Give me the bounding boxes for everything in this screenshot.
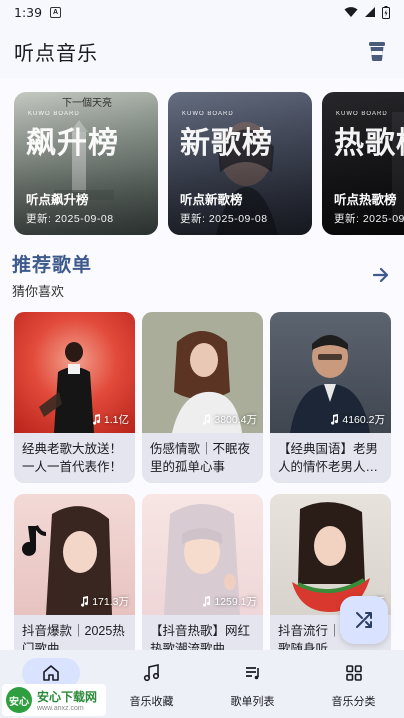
signal-icon xyxy=(365,7,375,17)
board-kuwo-tag: KUWO BOARD xyxy=(182,111,234,117)
wifi-icon xyxy=(344,7,358,17)
playlist-title: 【经典国语】老男人的情怀老男人… xyxy=(278,442,379,474)
playlist-title: 经典老歌大放送！一人一首代表作！ xyxy=(22,442,123,474)
play-count: 1259.1万 xyxy=(202,594,257,609)
playlist-card[interactable]: 171.3万 抖音爆款｜2025热门歌曲 xyxy=(14,494,135,650)
play-count: 1.1亿 xyxy=(92,412,129,427)
play-count: 3800.4万 xyxy=(202,412,257,427)
board-date: 更新: 2025-09-08 xyxy=(26,213,114,225)
status-bar: 1:39 A xyxy=(0,0,404,24)
arrow-right-icon[interactable] xyxy=(370,264,392,286)
nav-label: 音乐分类 xyxy=(331,696,376,708)
shuffle-button[interactable] xyxy=(340,596,388,644)
playlist-title: 【抖音热歌】网红热歌潮流歌曲 xyxy=(150,624,251,650)
nav-playlist[interactable]: 歌单列表 xyxy=(202,650,303,718)
grid-icon xyxy=(345,665,362,681)
playlist-title: 抖音爆款｜2025热门歌曲 xyxy=(22,624,125,650)
cup-icon[interactable] xyxy=(364,38,390,64)
watermark: 安心 安心下载网 www.anxz.com xyxy=(2,684,106,716)
music-note-icon xyxy=(81,596,89,607)
shuffle-icon xyxy=(356,612,372,628)
board-date: 更新: 2025-09-08 xyxy=(334,213,404,225)
main-content[interactable]: 下一個天亮 KUWO BOARD 飙升榜 听点飙升榜 更新: 2025-09-0… xyxy=(0,78,404,650)
play-count: 171.3万 xyxy=(80,594,129,609)
playlist-cover: 1.1亿 xyxy=(14,312,135,433)
home-icon xyxy=(42,665,59,681)
playlist-cover: 3800.4万 xyxy=(142,312,263,433)
board-card-hot[interactable]: KUWO BOARD 热歌榜 听点热歌榜 更新: 2025-09-08 xyxy=(322,92,404,235)
board-big-title: 飙升榜 xyxy=(26,127,119,160)
music-note-icon xyxy=(203,414,211,425)
app-title: 听点音乐 xyxy=(14,42,98,65)
section-subtitle: 猜你喜欢 xyxy=(12,284,65,299)
section-title: 推荐歌单 xyxy=(12,255,93,276)
board-big-title: 热歌榜 xyxy=(334,127,404,160)
music-note-icon xyxy=(92,414,100,425)
watermark-name: 安心下载网 xyxy=(37,690,98,704)
playlist-cover: 4160.2万 xyxy=(270,312,391,433)
playlist-card[interactable]: 1.1亿 经典老歌大放送！一人一首代表作！ xyxy=(14,312,135,483)
nav-label: 歌单列表 xyxy=(230,696,275,708)
board-label: 听点飙升榜 xyxy=(26,193,89,207)
battery-icon xyxy=(382,5,390,19)
playlist-icon xyxy=(245,667,259,680)
board-label: 听点热歌榜 xyxy=(334,193,397,207)
music-note-icon xyxy=(143,664,159,682)
nav-music-collection[interactable]: 音乐收藏 xyxy=(101,650,202,718)
recommended-section: 推荐歌单 猜你喜欢 xyxy=(12,250,392,300)
notification-icon: A xyxy=(50,6,62,18)
nav-categories[interactable]: 音乐分类 xyxy=(303,650,404,718)
music-note-icon xyxy=(203,596,211,607)
board-card-rising[interactable]: 下一個天亮 KUWO BOARD 飙升榜 听点飙升榜 更新: 2025-09-0… xyxy=(14,92,158,235)
nav-label: 音乐收藏 xyxy=(129,696,174,708)
board-carousel[interactable]: 下一個天亮 KUWO BOARD 飙升榜 听点飙升榜 更新: 2025-09-0… xyxy=(14,92,404,235)
playlist-grid: 1.1亿 经典老歌大放送！一人一首代表作！ 3800.4万 伤感情歌｜不眠夜里的… xyxy=(14,312,391,650)
playlist-card[interactable]: 4160.2万 【经典国语】老男人的情怀老男人… xyxy=(270,312,391,483)
board-label: 听点新歌榜 xyxy=(180,193,243,207)
playlist-card[interactable]: 3800.4万 伤感情歌｜不眠夜里的孤单心事 xyxy=(142,312,263,483)
board-kuwo-tag: KUWO BOARD xyxy=(28,111,80,117)
board-card-new[interactable]: KUWO BOARD 新歌榜 听点新歌榜 更新: 2025-09-08 xyxy=(168,92,312,235)
board-big-title: 新歌榜 xyxy=(180,127,273,160)
music-note-icon xyxy=(331,414,339,425)
playlist-cover: 1259.1万 xyxy=(142,494,263,615)
playlist-card[interactable]: 1259.1万 【抖音热歌】网红热歌潮流歌曲 xyxy=(142,494,263,650)
playlist-title: 伤感情歌｜不眠夜里的孤单心事 xyxy=(150,442,251,474)
status-time: 1:39 xyxy=(14,4,43,20)
board-date: 更新: 2025-09-08 xyxy=(180,213,268,225)
watermark-logo: 安心 xyxy=(6,687,32,713)
board-kuwo-tag: KUWO BOARD xyxy=(336,111,388,117)
playlist-cover: 171.3万 xyxy=(14,494,135,615)
play-count: 4160.2万 xyxy=(330,412,385,427)
app-header: 听点音乐 xyxy=(0,24,404,78)
watermark-url: www.anxz.com xyxy=(37,705,84,712)
status-icons xyxy=(344,5,390,19)
